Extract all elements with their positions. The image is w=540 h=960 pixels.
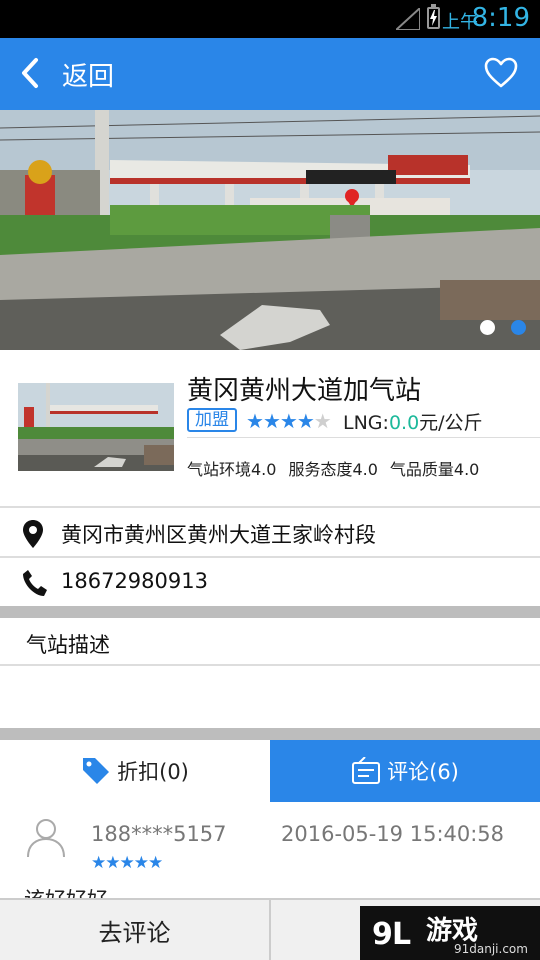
station-thumbnail[interactable] (18, 383, 174, 471)
svg-text:9: 9 (372, 917, 393, 950)
tab-discount-label: 折扣(0) (117, 760, 189, 784)
comment-time: 2016-05-19 15:40:58 (281, 822, 505, 846)
watermark-site: 91danji.com (454, 942, 528, 956)
score-environment: 气站环境4.0 (187, 460, 277, 479)
price-info: LNG:0.0元/公斤 (343, 408, 483, 435)
watermark-logo: 9 L (372, 917, 411, 950)
carousel-dot-2[interactable] (511, 320, 526, 335)
station-photo (0, 110, 540, 350)
star-icon: ★ (119, 853, 135, 873)
phone-row[interactable]: 18672980913 (0, 556, 540, 606)
carousel-dot-1[interactable] (480, 320, 495, 335)
star-icon: ★ (148, 853, 163, 873)
price-value: 0.0 (388, 412, 420, 434)
section-gap (0, 606, 540, 618)
comment-user: 188****5157 (91, 822, 227, 846)
divider (187, 437, 540, 438)
station-info: 黄冈黄州大道加气站 加盟 ★★★★★ LNG:0.0元/公斤 气站环境4.0 服… (0, 350, 540, 506)
comment-item: 188****5157 2016-05-19 15:40:58 ★★★★★ 该好… (0, 804, 540, 899)
tag-icon (83, 758, 110, 784)
heart-icon[interactable] (484, 57, 518, 89)
star-empty-icon: ★ (313, 409, 332, 433)
franchise-badge: 加盟 (187, 408, 237, 432)
star-icon: ★ (133, 853, 149, 873)
app-bar: 返回 (0, 38, 540, 110)
phone-icon (23, 570, 47, 596)
station-photo-carousel[interactable] (0, 110, 540, 350)
comment-rating: ★★★★★ (91, 853, 163, 873)
tab-comments[interactable]: 评论(6) (270, 740, 540, 802)
score-list: 气站环境4.0 服务态度4.0 气品质量4.0 (187, 456, 479, 480)
section-gap (0, 728, 540, 740)
station-rating: ★★★★★ (246, 409, 332, 433)
carousel-dots (480, 320, 526, 335)
signal-icon (396, 8, 420, 30)
price-prefix: LNG: (343, 412, 389, 434)
star-icon: ★ (296, 409, 315, 433)
address-row[interactable]: 黄冈市黄州区黄州大道王家岭村段 (0, 506, 540, 556)
address-text: 黄冈市黄州区黄州大道王家岭村段 (61, 523, 376, 547)
watermark: 9 L 游戏 91danji.com (360, 906, 540, 960)
star-icon: ★ (246, 409, 264, 433)
star-icon: ★ (91, 853, 106, 873)
battery-icon (427, 4, 440, 29)
back-arrow-icon[interactable] (18, 56, 42, 90)
location-pin-icon (23, 520, 43, 548)
station-name: 黄冈黄州大道加气站 (187, 376, 422, 406)
comment-icon (352, 757, 381, 784)
svg-text:L: L (392, 917, 411, 950)
description-title: 气站描述 (26, 633, 110, 657)
price-unit: 元/公斤 (419, 412, 483, 434)
phone-number[interactable]: 18672980913 (61, 569, 208, 593)
back-button[interactable]: 返回 (62, 56, 114, 93)
tab-discount[interactable]: 折扣(0) (0, 740, 270, 802)
star-icon: ★ (279, 409, 298, 433)
star-icon: ★ (105, 853, 120, 873)
avatar-icon (27, 819, 65, 858)
description-body (0, 668, 540, 728)
score-service: 服务态度4.0 (288, 460, 378, 479)
status-bar: 上午 8:19 (0, 0, 540, 38)
star-icon: ★ (262, 409, 281, 433)
comment-text: 该好好好 (24, 884, 108, 899)
write-comment-button[interactable]: 去评论 (0, 900, 269, 960)
status-clock: 8:19 (471, 3, 530, 33)
tab-comments-label: 评论(6) (387, 760, 459, 784)
description-header: 气站描述 (0, 618, 540, 666)
tab-bar: 折扣(0) 评论(6) (0, 740, 540, 802)
score-quality: 气品质量4.0 (389, 460, 480, 479)
